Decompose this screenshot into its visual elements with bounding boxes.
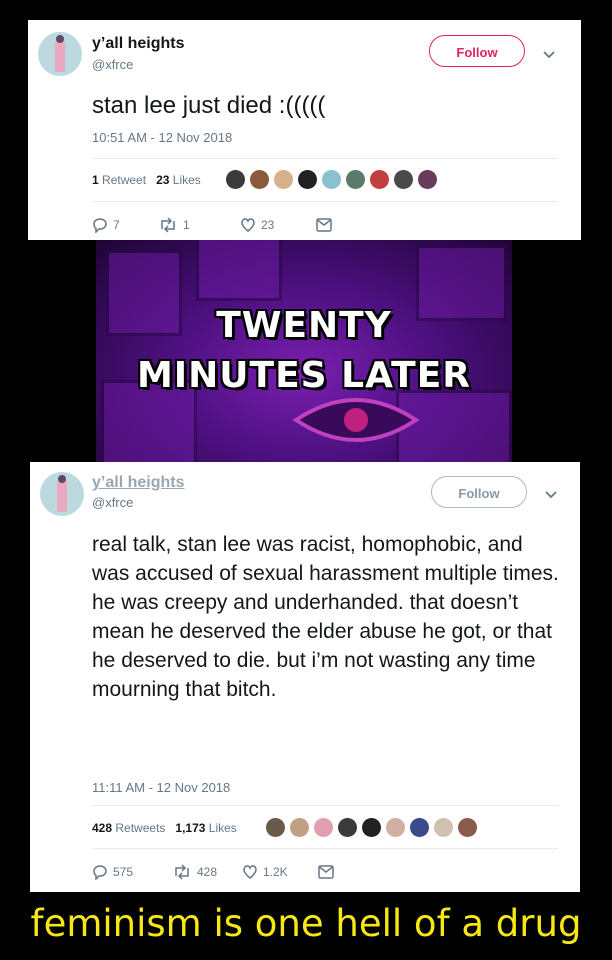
reply-count: 575 <box>113 865 134 879</box>
reply-action[interactable]: 575 <box>92 864 172 880</box>
liker-avatars <box>266 818 477 837</box>
heart-icon <box>243 865 257 879</box>
message-action[interactable] <box>318 865 334 879</box>
chevron-down-icon[interactable] <box>544 487 558 501</box>
retweet-count: 428 <box>197 865 218 879</box>
divider <box>92 201 558 202</box>
likes-count[interactable]: 1,173 <box>175 821 205 835</box>
heart-icon <box>241 218 255 232</box>
retweet-icon <box>161 217 175 233</box>
divider <box>92 158 558 159</box>
tweet-actions: 575 428 1.2K <box>92 864 334 880</box>
liker-avatar[interactable] <box>290 818 309 837</box>
meme-caption: feminism is one hell of a drug <box>30 902 582 945</box>
liker-avatar[interactable] <box>386 818 405 837</box>
liker-avatar[interactable] <box>394 170 413 189</box>
retweet-icon <box>175 864 189 880</box>
like-count: 1.2K <box>263 865 288 879</box>
retweet-action[interactable]: 1 <box>158 217 240 233</box>
liker-avatar[interactable] <box>314 818 333 837</box>
avatar[interactable] <box>38 32 82 76</box>
reply-count: 7 <box>113 218 120 232</box>
follow-button[interactable]: Follow <box>429 35 525 67</box>
title-line-1: TWENTY <box>216 305 392 346</box>
retweets-count[interactable]: 428 <box>92 821 112 835</box>
liker-avatar[interactable] <box>322 170 341 189</box>
liker-avatar[interactable] <box>298 170 317 189</box>
tweet-card-2: y’all heights @xfrce Follow real talk, s… <box>30 462 580 892</box>
reply-action[interactable]: 7 <box>92 217 158 233</box>
tweet-text: stan lee just died :((((( <box>92 92 326 119</box>
tweet-actions: 7 1 23 <box>92 217 332 233</box>
message-action[interactable] <box>316 218 332 232</box>
twenty-minutes-later-card: TWENTY MINUTES LATER <box>96 240 512 462</box>
liker-avatar[interactable] <box>250 170 269 189</box>
eye-shape <box>292 398 420 442</box>
liker-avatar[interactable] <box>410 818 429 837</box>
retweets-label[interactable]: Retweet <box>102 173 146 187</box>
follow-button[interactable]: Follow <box>431 476 527 508</box>
liker-avatar[interactable] <box>226 170 245 189</box>
retweet-count: 1 <box>183 218 190 232</box>
display-name[interactable]: y’all heights <box>92 474 184 492</box>
handle[interactable]: @xfrce <box>92 495 133 510</box>
liker-avatars <box>226 170 437 189</box>
tweet-card-1: y’all heights @xfrce Follow stan lee jus… <box>28 20 581 240</box>
engagement-stats: 428 Retweets 1,173 Likes <box>92 821 237 835</box>
likes-label[interactable]: Likes <box>173 173 201 187</box>
divider <box>92 805 558 806</box>
envelope-icon <box>318 865 334 879</box>
timestamp[interactable]: 10:51 AM - 12 Nov 2018 <box>92 130 232 145</box>
liker-avatar[interactable] <box>346 170 365 189</box>
liker-avatar[interactable] <box>338 818 357 837</box>
liker-avatar[interactable] <box>370 170 389 189</box>
likes-label[interactable]: Likes <box>209 821 237 835</box>
retweet-action[interactable]: 428 <box>172 864 242 880</box>
avatar[interactable] <box>40 472 84 516</box>
reply-icon <box>93 865 107 880</box>
liker-avatar[interactable] <box>274 170 293 189</box>
retweets-label[interactable]: Retweets <box>115 821 165 835</box>
reply-icon <box>93 218 107 233</box>
like-action[interactable]: 23 <box>240 217 316 233</box>
liker-avatar[interactable] <box>362 818 381 837</box>
timestamp[interactable]: 11:11 AM - 12 Nov 2018 <box>92 780 230 795</box>
engagement-stats: 1 Retweet 23 Likes <box>92 173 201 187</box>
tweet-text: real talk, stan lee was racist, homophob… <box>92 533 559 701</box>
liker-avatar[interactable] <box>266 818 285 837</box>
like-count: 23 <box>261 218 275 232</box>
display-name[interactable]: y’all heights <box>92 35 184 53</box>
envelope-icon <box>316 218 332 232</box>
title-line-2: MINUTES LATER <box>136 355 472 396</box>
liker-avatar[interactable] <box>458 818 477 837</box>
liker-avatar[interactable] <box>418 170 437 189</box>
handle[interactable]: @xfrce <box>92 57 133 72</box>
chevron-down-icon[interactable] <box>542 47 556 61</box>
like-action[interactable]: 1.2K <box>242 864 318 880</box>
likes-count[interactable]: 23 <box>156 173 169 187</box>
divider <box>92 848 558 849</box>
liker-avatar[interactable] <box>434 818 453 837</box>
retweets-count[interactable]: 1 <box>92 173 99 187</box>
